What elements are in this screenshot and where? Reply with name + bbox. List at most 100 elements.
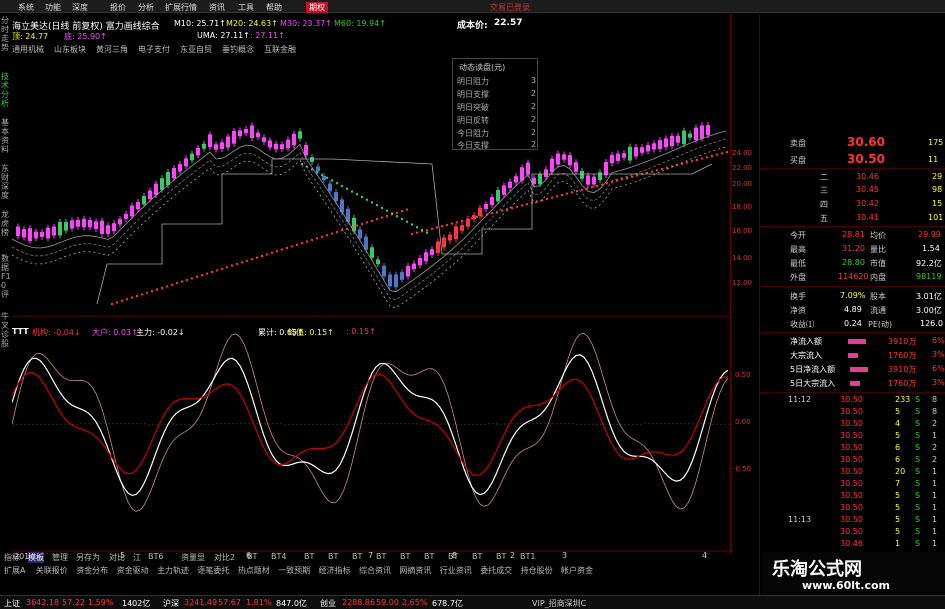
vtab-diagnosis[interactable]: 牛叉诊股 (1, 312, 11, 348)
candle (28, 228, 32, 241)
bid-level-price: 30.41 (856, 213, 879, 222)
candle (394, 274, 398, 288)
indicator-bar (338, 403, 342, 424)
function-tab[interactable]: 资金驱动 (117, 565, 149, 576)
indicator-main-force: 主力: -0.02↓ (136, 328, 185, 337)
function-tab[interactable]: 网摘资讯 (399, 565, 431, 576)
indicator-tab[interactable]: 另存为 (76, 552, 100, 563)
concept-tag[interactable]: 互联金融 (264, 44, 296, 55)
indicator-bar (206, 418, 210, 424)
menu-item-function[interactable]: 功能 (45, 2, 61, 13)
indicator-tab[interactable]: BT (304, 552, 314, 561)
stat-value: 3.01亿 (916, 292, 942, 301)
bid-level-price: 30.45 (856, 185, 879, 194)
indicator-tab[interactable]: 指标 (4, 552, 20, 563)
menu-item-help[interactable]: 帮助 (266, 2, 282, 13)
concept-tag[interactable]: 山东板块 (54, 44, 86, 55)
indicator-tab[interactable]: 江 (133, 552, 141, 563)
account-status[interactable]: VIP_招商深圳C (532, 598, 586, 609)
menu-item-analysis[interactable]: 分析 (138, 2, 154, 13)
menu-item-options[interactable]: 期权 (306, 2, 328, 13)
support-dot (570, 191, 574, 194)
menu-item-quote[interactable]: 报价 (110, 2, 126, 13)
vtab-profile[interactable]: 基本资料 (1, 118, 11, 154)
indicator-tab[interactable]: BT (328, 552, 338, 561)
indicator-bar (306, 418, 310, 424)
function-tab[interactable]: 扩展A (4, 565, 25, 576)
menu-item-system[interactable]: 系统 (18, 2, 34, 13)
indicator-tab[interactable]: BT (448, 552, 458, 561)
function-tab[interactable]: 逐笔委托 (197, 565, 229, 576)
function-tab[interactable]: 资金分布 (76, 565, 108, 576)
support-dot (460, 219, 464, 223)
index-label[interactable]: 沪深 (163, 598, 179, 609)
concept-tag[interactable]: 电子支付 (138, 44, 170, 55)
indicator-tab[interactable]: BT4 (271, 552, 286, 561)
tick-price: 30.50 (840, 455, 863, 464)
indicator-tab[interactable]: BT (376, 552, 386, 561)
indicator-tab[interactable]: BT6 (148, 552, 163, 561)
menu-item-tools[interactable]: 工具 (238, 2, 254, 13)
function-tab[interactable]: 经济指标 (319, 565, 351, 576)
menu-item-extended[interactable]: 扩展行情 (165, 2, 197, 13)
candle (328, 183, 332, 192)
menu-item-depth[interactable]: 深度 (72, 2, 88, 13)
indicator-tab[interactable]: 模板 (28, 552, 44, 563)
support-dot (285, 246, 289, 250)
indicator-tab[interactable]: BT (400, 552, 410, 561)
indicator-tab[interactable]: 对比2 (214, 552, 235, 563)
signal-dot (395, 215, 399, 218)
support-dot (315, 237, 319, 240)
indicator-tab[interactable]: BT (496, 552, 506, 561)
indicator-tab[interactable]: 管理 (52, 552, 68, 563)
function-tab[interactable]: 一致预期 (278, 565, 310, 576)
candle (568, 155, 572, 166)
tick-list[interactable]: 11:12 30.50 233 S 8 30.50 5 S 8 30.50 4 S 2 30.50 5 S 1 3… (760, 395, 945, 565)
indicator-bar (566, 424, 570, 428)
buy-price[interactable]: 30.50 (847, 152, 885, 166)
indicator-tab[interactable]: BT (352, 552, 362, 561)
function-tab[interactable]: 关联报价 (36, 565, 68, 576)
indicator-tab[interactable]: BT (472, 552, 482, 561)
vtab-f10[interactable]: 数据F10评 (1, 254, 11, 299)
support-dot (550, 196, 554, 199)
support-dot (115, 301, 119, 304)
concept-tag[interactable]: 东亚自贸 (180, 44, 212, 55)
indicator-bar (314, 404, 318, 424)
concept-tag[interactable]: 垂钓概念 (222, 44, 254, 55)
concept-tag[interactable]: 通用机械 (12, 44, 44, 55)
concept-tag[interactable]: 黄河三角 (96, 44, 128, 55)
vtab-intraday[interactable]: 分时走势 (1, 16, 11, 52)
chart-canvas[interactable] (12, 14, 730, 552)
tick-direction: S (915, 431, 921, 440)
indicator-bar (386, 424, 390, 440)
indicator-bar (190, 404, 194, 424)
indicator-tab[interactable]: 对比 (109, 552, 125, 563)
vtab-depth[interactable]: 东财深度 (1, 164, 11, 200)
function-tab[interactable]: 委托成交 (480, 565, 512, 576)
index-label[interactable]: 创业 (320, 598, 336, 609)
flow-bar (850, 381, 860, 386)
function-tab[interactable]: 帐户资金 (561, 565, 593, 576)
tick-direction: S (915, 455, 921, 464)
function-tab[interactable]: 综合资讯 (359, 565, 391, 576)
indicator-tab[interactable]: BT (424, 552, 434, 561)
menu-item-news[interactable]: 资讯 (209, 2, 225, 13)
signal-dot (365, 198, 369, 201)
candle (604, 162, 608, 176)
function-tab[interactable]: 主力轨迹 (157, 565, 189, 576)
login-status[interactable]: 交易已登录 (490, 2, 530, 13)
indicator-bar (718, 405, 722, 424)
function-tab[interactable]: 持仓股份 (521, 565, 553, 576)
indicator-tab[interactable]: BT1 (520, 552, 535, 561)
index-label[interactable]: 上证 (4, 598, 20, 609)
sell-price[interactable]: 30.60 (847, 135, 885, 149)
vtab-dragon-tiger[interactable]: 龙虎榜 (1, 210, 11, 237)
function-tab[interactable]: 行业资讯 (440, 565, 472, 576)
tick-price: 30.50 (840, 527, 863, 536)
support-dot (440, 225, 444, 228)
vtab-technical[interactable]: 技术分析 (1, 72, 11, 108)
indicator-tab[interactable]: 资量显 (181, 552, 205, 563)
function-tab[interactable]: 热点题材 (238, 565, 270, 576)
indicator-tab[interactable]: BT (247, 552, 257, 561)
